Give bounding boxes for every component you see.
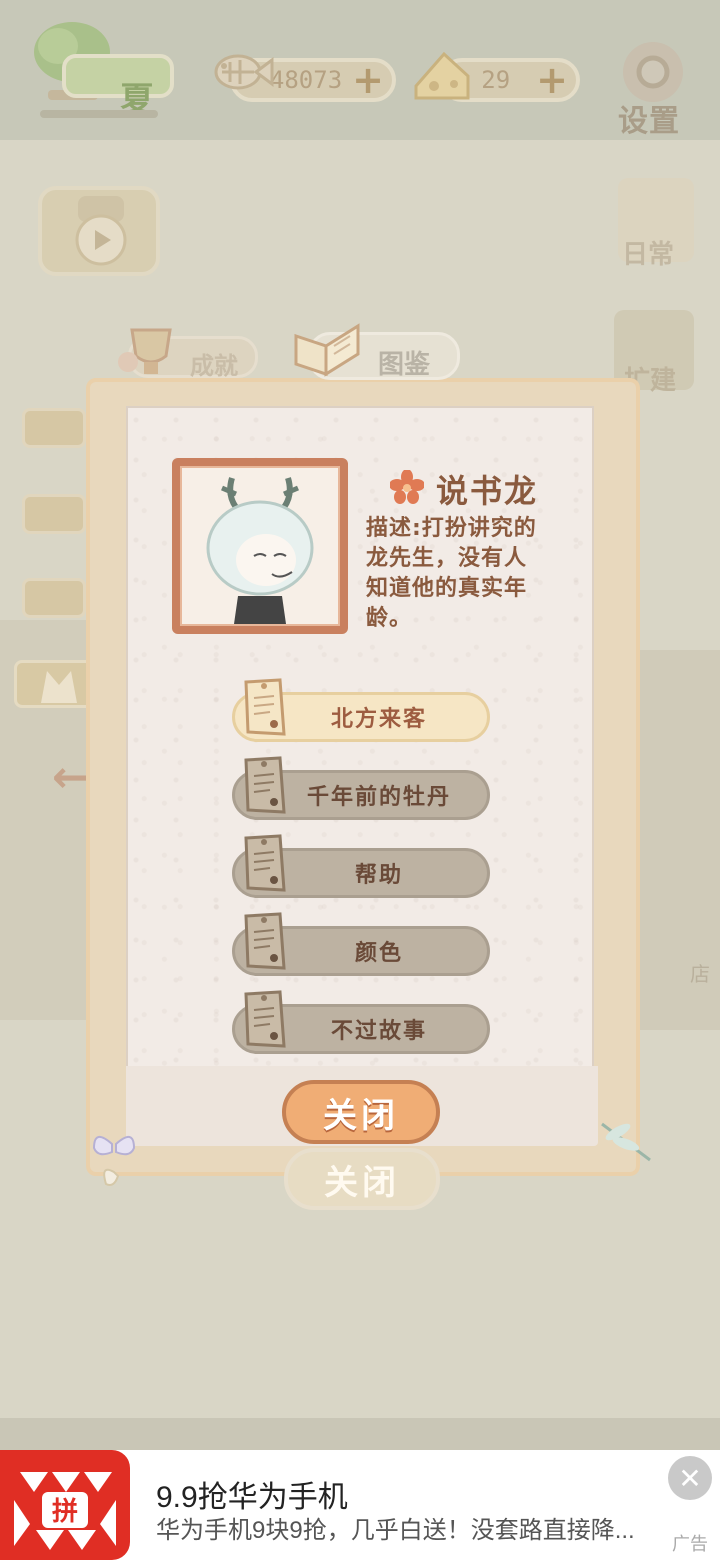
ad-app-logo[interactable]: 拼 — [0, 1450, 130, 1560]
story-label: 颜色 — [354, 941, 403, 966]
note-paper-icon — [244, 678, 286, 736]
settings-label[interactable]: 设置 — [618, 96, 680, 140]
character-description: 描述:打扮讲究的 龙先生，没有人 知道他的真实年 龄。 — [366, 516, 537, 631]
ad-logo-text: 拼 — [52, 1497, 78, 1527]
store-sign: 店 — [690, 962, 710, 986]
book-icon — [294, 323, 360, 377]
cheese-icon — [414, 51, 470, 100]
side-tab-photo[interactable] — [22, 494, 86, 534]
flower-icon — [390, 470, 424, 504]
story-label: 帮助 — [354, 863, 403, 888]
tab-achievements-label[interactable]: 成就 — [190, 346, 238, 381]
butterfly-icon — [92, 1136, 136, 1186]
fish-count: 48073 — [269, 66, 343, 94]
close-button-underlay: 关闭 — [284, 1148, 440, 1210]
video-reward-button[interactable] — [38, 186, 160, 276]
note-paper-icon — [244, 834, 286, 892]
cheese-plus-button[interactable]: + — [536, 61, 568, 99]
tab-guide-label[interactable]: 图鉴 — [378, 344, 430, 381]
ad-tag: 广告 — [672, 1534, 708, 1555]
season-progress-bar — [40, 110, 158, 118]
bottom-nav — [0, 1418, 720, 1450]
dragon-portrait-icon — [206, 477, 314, 624]
story-label: 不过故事 — [330, 1019, 427, 1044]
play-icon — [75, 196, 127, 266]
character-portrait — [172, 458, 348, 634]
story-label: 北方来客 — [330, 707, 427, 732]
fish-plus-button[interactable]: + — [352, 61, 384, 99]
side-tab-flower[interactable] — [22, 408, 86, 448]
character-name: 说书龙 — [436, 472, 539, 510]
portrait-inner — [180, 466, 340, 626]
ad-subtitle[interactable]: 华为手机9块9抢，几乎白送！没套路直接降... — [156, 1510, 676, 1545]
note-paper-icon — [244, 990, 286, 1048]
side-tab-item[interactable] — [22, 578, 86, 618]
ad-close-button[interactable]: ✕ — [668, 1456, 712, 1500]
season-badge[interactable]: 夏 — [28, 18, 178, 120]
trophy-icon — [118, 328, 172, 374]
story-label: 千年前的牡丹 — [306, 785, 451, 810]
season-pill — [62, 54, 174, 98]
daily-label[interactable]: 日常 — [622, 234, 674, 271]
close-icon: ✕ — [678, 1461, 702, 1495]
pinduoduo-logo-icon: 拼 — [14, 1472, 116, 1550]
fish-bone-icon — [214, 54, 274, 90]
note-paper-icon — [244, 912, 286, 970]
close-button[interactable]: 关闭 — [282, 1080, 440, 1144]
note-paper-icon — [244, 756, 286, 814]
dragonfly-icon — [601, 1122, 651, 1162]
cheese-count: 29 — [481, 66, 511, 94]
